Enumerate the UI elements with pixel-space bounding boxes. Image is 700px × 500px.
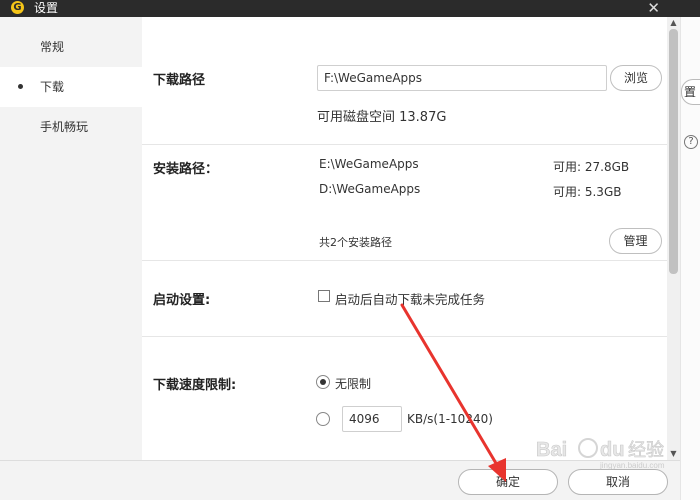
help-icon: ? xyxy=(684,135,698,149)
unlimited-radio[interactable] xyxy=(316,375,330,389)
settings-sidebar: 常规 下载 手机畅玩 xyxy=(0,17,142,460)
svg-text:经验: 经验 xyxy=(628,440,664,461)
window-title: 设置 xyxy=(34,1,59,15)
speed-limit-label: 下载速度限制: xyxy=(153,378,237,393)
background-titlebar xyxy=(680,0,700,17)
install-path-item: E:\WeGameApps xyxy=(319,157,419,171)
free-space-text: 可用磁盘空间 13.87G xyxy=(317,110,447,125)
section-divider xyxy=(142,144,667,145)
browse-button[interactable]: 浏览 xyxy=(610,65,662,91)
svg-text:du: du xyxy=(600,439,624,461)
startup-settings-label: 启动设置: xyxy=(153,293,211,308)
background-partial-button: 置 xyxy=(681,79,700,105)
sidebar-item-download[interactable]: 下载 xyxy=(0,67,142,107)
auto-download-option-label: 启动后自动下载未完成任务 xyxy=(335,292,486,307)
sidebar-item-label: 手机畅玩 xyxy=(40,120,89,134)
auto-download-checkbox[interactable] xyxy=(318,290,330,302)
sidebar-item-label: 常规 xyxy=(40,40,65,54)
section-divider xyxy=(142,336,667,337)
sidebar-item-mobile-play[interactable]: 手机畅玩 xyxy=(0,107,142,147)
wegame-logo-icon: G xyxy=(11,1,24,14)
sidebar-item-label: 下载 xyxy=(40,80,65,94)
content-scrollbar[interactable]: ▲ ▼ xyxy=(667,17,680,460)
section-divider xyxy=(142,260,667,261)
manage-button[interactable]: 管理 xyxy=(609,228,662,254)
background-window-edge: 置 ? xyxy=(680,17,700,500)
install-path-free: 可用: 27.8GB xyxy=(553,160,630,174)
unlimited-radio-label: 无限制 xyxy=(335,377,372,391)
limit-radio[interactable] xyxy=(316,412,330,426)
speed-limit-unit: KB/s(1-10240) xyxy=(407,412,493,426)
download-path-input[interactable]: F:\WeGameApps xyxy=(317,65,607,91)
title-bar: G 设置 ✕ xyxy=(0,0,700,17)
active-indicator-icon xyxy=(18,84,23,89)
confirm-button[interactable]: 确定 xyxy=(458,469,558,495)
download-path-label: 下载路径 xyxy=(153,73,206,88)
close-icon[interactable]: ✕ xyxy=(647,0,660,16)
svg-text:Bai: Bai xyxy=(536,439,567,461)
install-path-count: 共2个安装路径 xyxy=(319,236,392,249)
install-path-free: 可用: 5.3GB xyxy=(553,185,622,199)
speed-limit-input[interactable]: 4096 xyxy=(342,406,402,432)
install-path-label: 安装路径： xyxy=(153,162,219,177)
scroll-up-icon[interactable]: ▲ xyxy=(667,17,680,29)
install-path-item: D:\WeGameApps xyxy=(319,182,421,196)
cancel-button[interactable]: 取消 xyxy=(568,469,668,495)
settings-content: 下载路径 F:\WeGameApps 浏览 可用磁盘空间 13.87G 安装路径… xyxy=(142,17,667,460)
baidu-jingyan-watermark: Bai du 经验 jingyan.baidu.com xyxy=(536,438,665,470)
scrollbar-thumb[interactable] xyxy=(669,29,678,274)
sidebar-item-general[interactable]: 常规 xyxy=(0,27,142,67)
svg-text:jingyan.baidu.com: jingyan.baidu.com xyxy=(599,461,665,470)
